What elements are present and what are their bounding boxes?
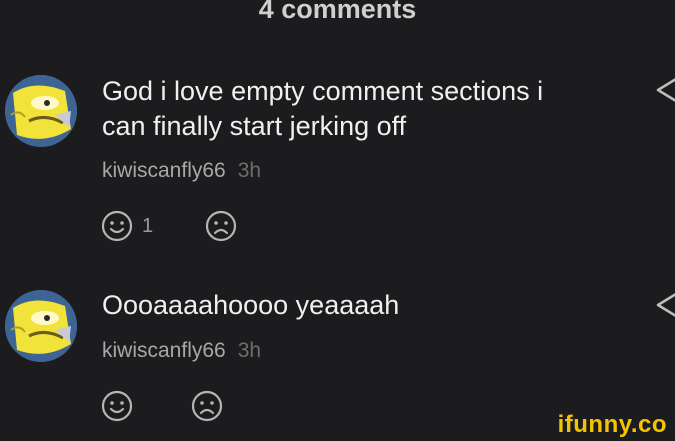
timestamp: 3h — [237, 339, 262, 362]
dislike-button[interactable] — [191, 388, 223, 424]
smile-icon — [101, 210, 133, 242]
comments-header: 4 comments — [258, 0, 417, 24]
smile-icon — [101, 390, 133, 422]
avatar[interactable] — [5, 75, 77, 147]
comment-text: Oooaaaahoooo yeaaaah — [102, 288, 622, 323]
like-button[interactable]: 1 — [101, 208, 153, 244]
comment-meta: kiwiscanfly66 3h — [102, 159, 261, 183]
comment-text: God i love empty comment sections i can … — [102, 74, 622, 144]
comment-text-line: God i love empty comment sections i — [102, 76, 544, 106]
comment-meta: kiwiscanfly66 3h — [102, 339, 261, 363]
comment-text-line: Oooaaaahoooo yeaaaah — [102, 290, 400, 320]
share-icon[interactable] — [650, 75, 675, 105]
username[interactable]: kiwiscanfly66 — [102, 159, 226, 182]
avatar[interactable] — [5, 290, 77, 362]
comment-text-line: can finally start jerking off — [102, 111, 407, 141]
frown-icon — [205, 210, 237, 242]
dislike-button[interactable] — [205, 208, 237, 244]
like-button[interactable] — [101, 388, 133, 424]
like-count: 1 — [142, 214, 154, 237]
username[interactable]: kiwiscanfly66 — [102, 339, 226, 362]
frown-icon — [191, 390, 223, 422]
timestamp: 3h — [237, 159, 262, 182]
ifunny-watermark: ifunny.co — [557, 411, 667, 438]
share-icon[interactable] — [650, 290, 675, 320]
